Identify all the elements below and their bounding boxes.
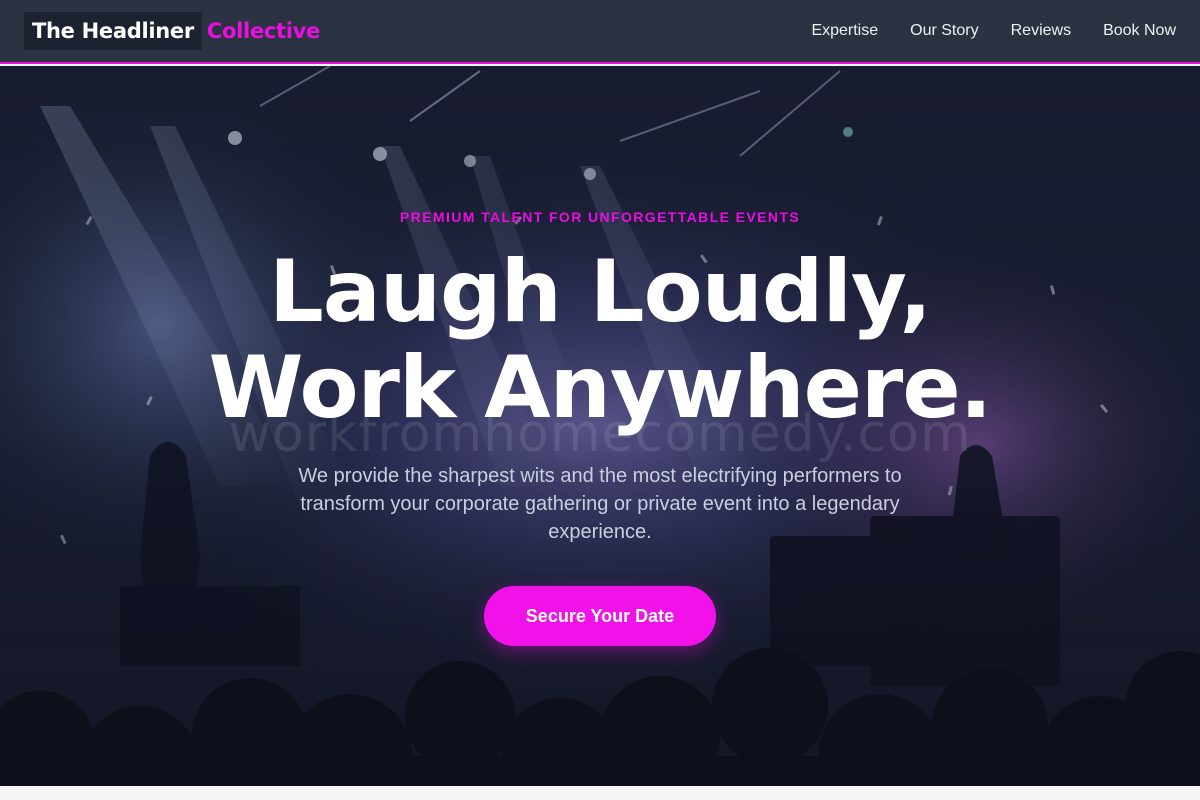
page-bottom-strip — [0, 786, 1200, 800]
top-navbar: The Headliner Collective Expertise Our S… — [0, 0, 1200, 64]
brand-accent: Collective — [206, 19, 321, 43]
hero-section: PREMIUM TALENT FOR UNFORGETTABLE EVENTS … — [0, 66, 1200, 786]
brand-name: The Headliner — [24, 12, 202, 50]
nav-link-book-now[interactable]: Book Now — [1103, 22, 1176, 40]
nav-link-reviews[interactable]: Reviews — [1011, 22, 1071, 40]
nav-links: Expertise Our Story Reviews Book Now — [811, 22, 1176, 40]
watermark: workfromhomecomedy.com — [228, 404, 972, 464]
hero-subtitle: We provide the sharpest wits and the mos… — [298, 465, 902, 543]
hero-eyebrow: PREMIUM TALENT FOR UNFORGETTABLE EVENTS — [399, 209, 801, 225]
nav-link-our-story[interactable]: Our Story — [910, 22, 978, 40]
brand-logo[interactable]: The Headliner Collective — [24, 12, 320, 50]
hero-headline-line-1: Laugh Loudly, — [269, 242, 932, 342]
nav-link-expertise[interactable]: Expertise — [811, 22, 878, 40]
hero-content: PREMIUM TALENT FOR UNFORGETTABLE EVENTS … — [0, 66, 1200, 786]
secure-your-date-button[interactable]: Secure Your Date — [484, 586, 716, 646]
